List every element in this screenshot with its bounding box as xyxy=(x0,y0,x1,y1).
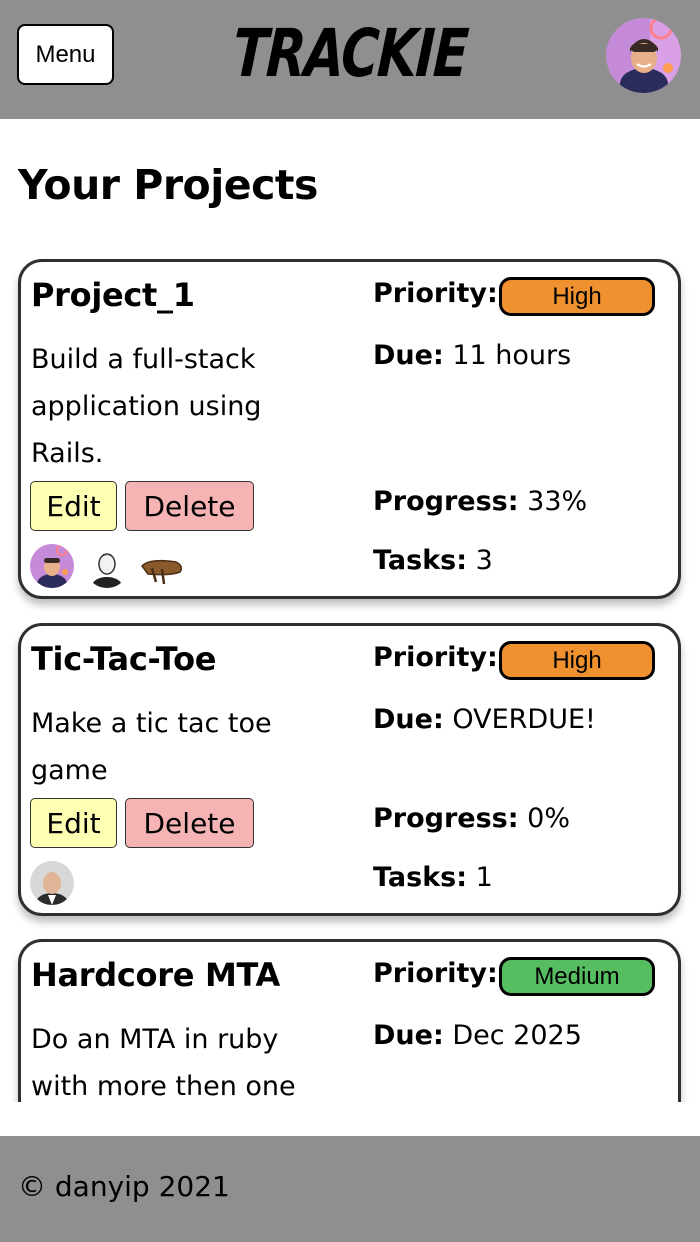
due-label: Due: xyxy=(373,340,444,371)
progress-row: Progress: 33% xyxy=(373,486,587,517)
page-title: Your Projects xyxy=(18,161,318,209)
member-avatar[interactable] xyxy=(140,544,184,588)
member-list xyxy=(30,544,184,588)
due-value: Dec 2025 xyxy=(452,1020,582,1051)
member-avatar[interactable] xyxy=(85,544,129,588)
due-row: Due: 11 hours xyxy=(373,340,571,371)
priority-row: Priority: xyxy=(373,958,498,989)
progress-row: Progress: 0% xyxy=(373,803,570,834)
page-footer: © danyip 2021 xyxy=(0,1136,700,1242)
project-card: Hardcore MTA Do an MTA in ruby with more… xyxy=(18,939,681,1102)
tasks-value: 3 xyxy=(475,545,493,576)
delete-button[interactable]: Delete xyxy=(125,798,254,848)
tasks-row: Tasks: 3 xyxy=(373,545,493,576)
user-avatar-image xyxy=(606,18,681,93)
progress-value: 33% xyxy=(527,486,588,517)
tasks-row: Tasks: 1 xyxy=(373,862,493,893)
priority-label: Priority: xyxy=(373,278,498,309)
project-card: Tic-Tac-Toe Make a tic tac toe game Prio… xyxy=(18,623,681,916)
progress-value: 0% xyxy=(527,803,570,834)
project-description: Build a full-stack application using Rai… xyxy=(31,344,262,469)
due-label: Due: xyxy=(373,704,444,735)
project-name[interactable]: Project_1 xyxy=(31,276,195,314)
tasks-label: Tasks: xyxy=(373,545,468,576)
edit-button[interactable]: Edit xyxy=(30,798,117,848)
tasks-value: 1 xyxy=(475,862,493,893)
person-avatar-sketch-icon xyxy=(85,544,129,588)
project-name[interactable]: Hardcore MTA xyxy=(31,956,280,994)
priority-badge: High xyxy=(499,277,655,316)
wooden-bat-icon xyxy=(140,544,184,588)
person-avatar-purple-icon xyxy=(30,544,74,588)
priority-label: Priority: xyxy=(373,642,498,673)
project-card: Project_1 Build a full-stack application… xyxy=(18,259,681,599)
priority-label: Priority: xyxy=(373,958,498,989)
app-header: Menu TRACKIE xyxy=(0,0,700,119)
project-description: Do an MTA in ruby with more then one xyxy=(31,1024,296,1102)
due-value: OVERDUE! xyxy=(452,704,596,735)
trackie-logo[interactable]: TRACKIE xyxy=(75,12,626,96)
project-name[interactable]: Tic-Tac-Toe xyxy=(31,640,216,678)
tasks-label: Tasks: xyxy=(373,862,468,893)
progress-label: Progress: xyxy=(373,803,519,834)
member-avatar[interactable] xyxy=(30,861,74,905)
edit-button[interactable]: Edit xyxy=(30,481,117,531)
copyright-text: © danyip 2021 xyxy=(18,1170,230,1203)
priority-badge: High xyxy=(499,641,655,680)
progress-label: Progress: xyxy=(373,486,519,517)
priority-row: Priority: xyxy=(373,642,498,673)
due-label: Due: xyxy=(373,1020,444,1051)
priority-badge: Medium xyxy=(499,957,655,996)
delete-button[interactable]: Delete xyxy=(125,481,254,531)
priority-row: Priority: xyxy=(373,278,498,309)
due-row: Due: Dec 2025 xyxy=(373,1020,582,1051)
due-row: Due: OVERDUE! xyxy=(373,704,596,735)
due-value: 11 hours xyxy=(452,340,572,371)
older-man-avatar-icon xyxy=(30,861,74,905)
user-avatar[interactable] xyxy=(606,18,681,93)
project-description: Make a tic tac toe game xyxy=(31,708,272,786)
member-avatar[interactable] xyxy=(30,544,74,588)
main-content: Your Projects Project_1 Build a full-sta… xyxy=(0,119,700,1102)
member-list xyxy=(30,861,74,905)
